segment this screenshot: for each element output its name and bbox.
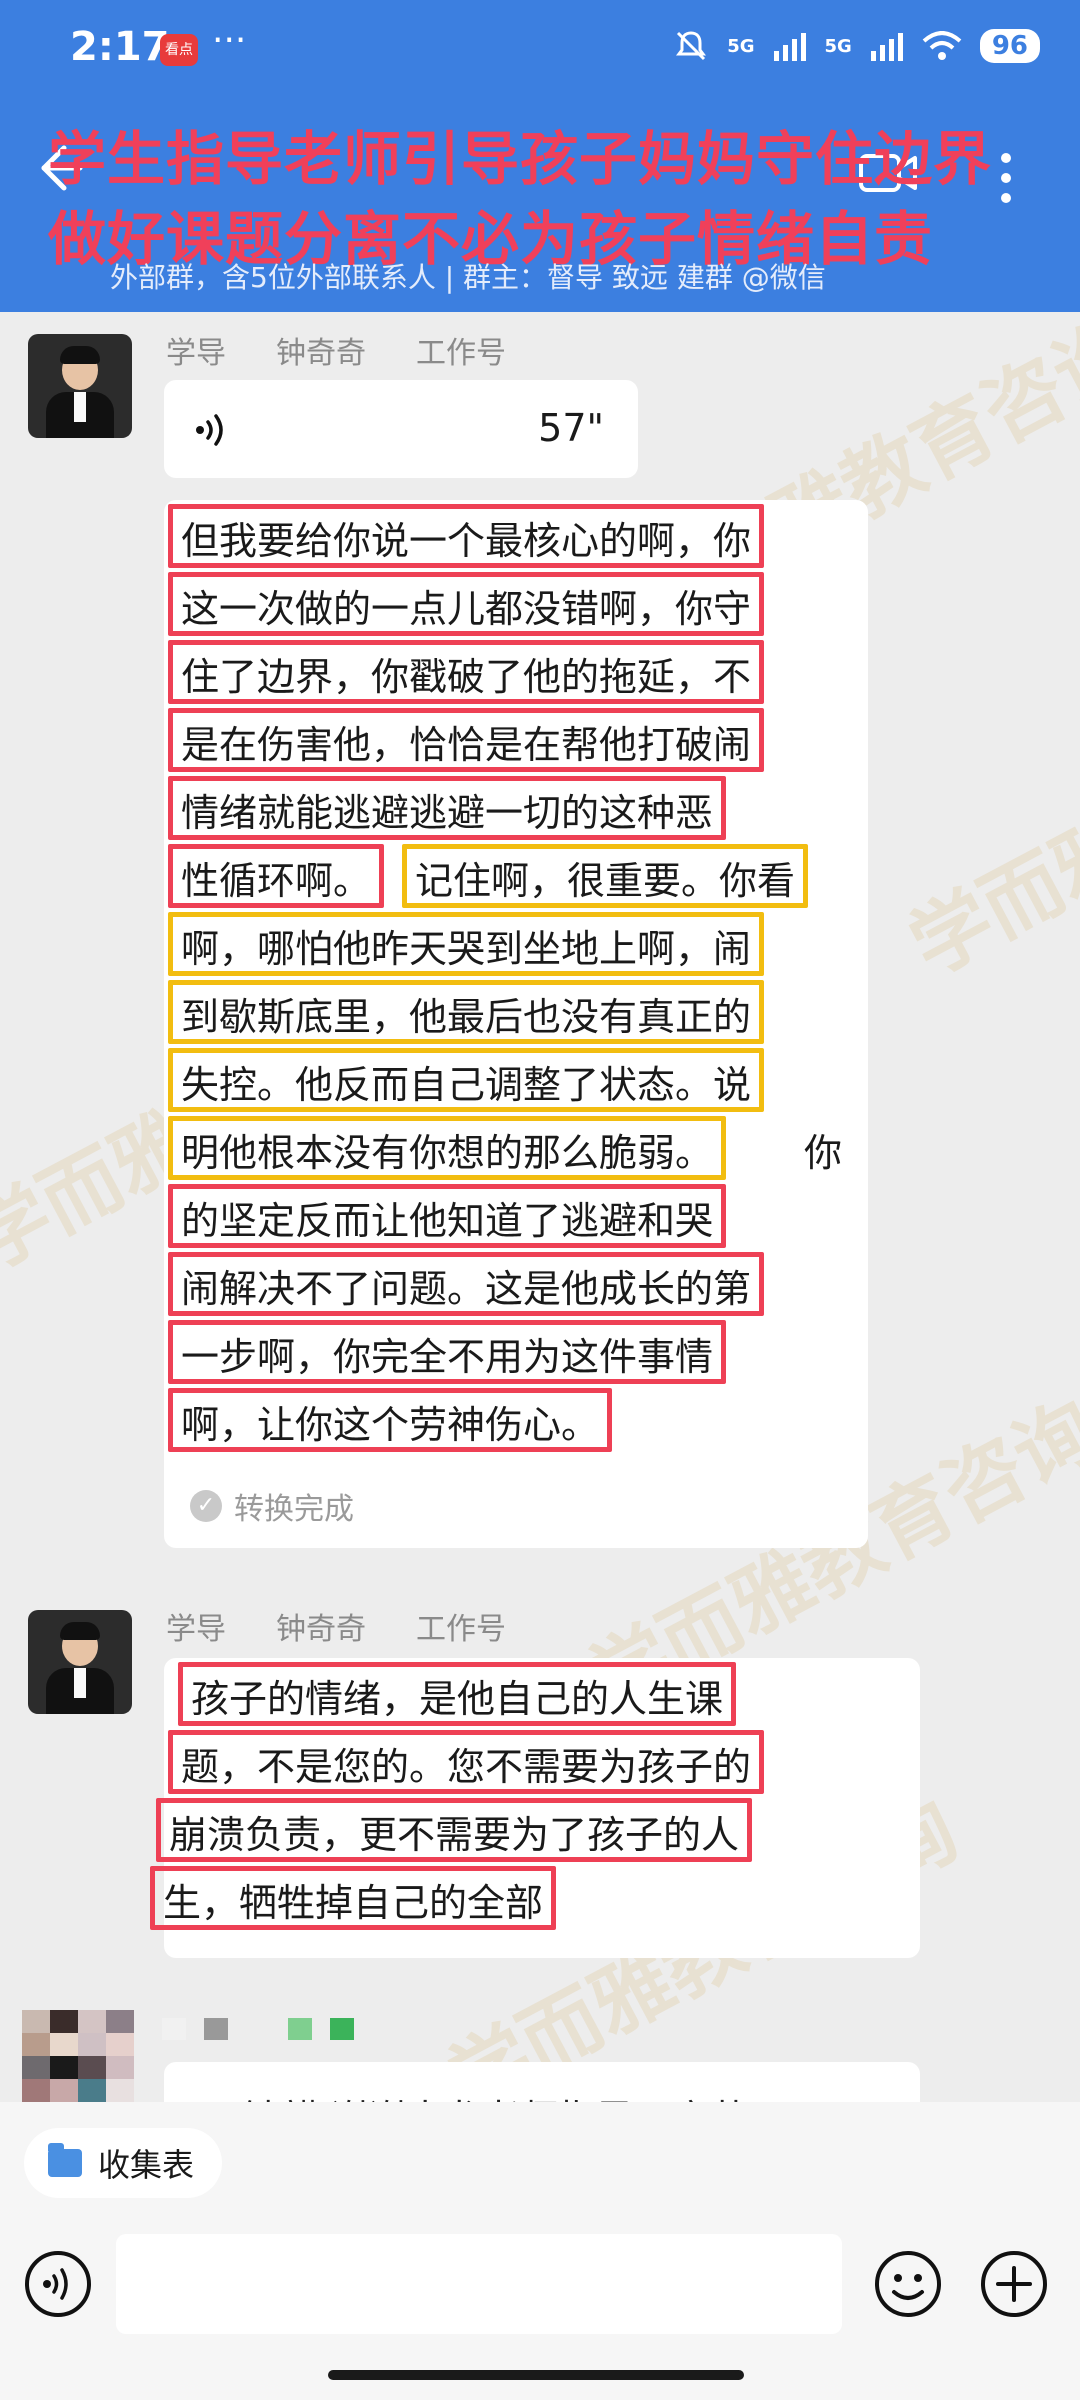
text-message-bubble[interactable]: @钟麒 谢谢大龙老师指导，齐英 [164, 2062, 920, 2102]
watermark-logo: 学而雅 [895, 798, 1080, 994]
transcript-line: 是在伤害他，恰恰是在帮他打破闹 [168, 708, 765, 772]
message-line: 题，不是您的。您不需要为孩子的 [168, 1730, 765, 1794]
message-line: 崩溃负责，更不需要为了孩子的人 [156, 1798, 753, 1862]
collection-form-label: 收集表 [98, 2146, 195, 2184]
transcript-line: 啊，哪怕他昨天哭到坐地上啊，闹 [168, 912, 765, 976]
sender-name-censored [162, 2018, 354, 2040]
transcript-line: 明他根本没有你想的那么脆弱。 [168, 1116, 727, 1180]
collection-form-chip[interactable]: 收集表 [24, 2128, 223, 2198]
sender-info: 学导 钟奇奇 工作号 [166, 328, 556, 372]
overlay-title-line-1: 学生指导老师引导孩子妈妈守住边界 [48, 125, 993, 193]
sender-role: 学导 [166, 336, 226, 371]
sender-name: 钟奇奇 [276, 336, 366, 371]
voice-message-bubble[interactable]: 57" [164, 380, 638, 478]
transcript-line: 住了边界，你戳破了他的拖延，不 [168, 640, 765, 704]
more-notifications-icon: ··· [212, 20, 247, 61]
voice-input-icon[interactable] [22, 2248, 94, 2320]
text-message-bubble[interactable]: 孩子的情绪，是他自己的人生课 题，不是您的。您不需要为孩子的 崩溃负责，更不需要… [150, 1658, 920, 1958]
status-time: 2:17 [70, 24, 170, 70]
wifi-icon [922, 31, 962, 60]
transcript-status: ✓ 转换完成 [190, 1484, 354, 1528]
transcript-line: 失控。他反而自己调整了状态。说 [168, 1048, 765, 1112]
transcript-line: 性循环啊。 [168, 844, 385, 908]
mute-bell-icon [676, 31, 707, 61]
sender-avatar[interactable] [28, 334, 132, 438]
emoji-icon[interactable] [872, 2248, 944, 2320]
status-indicators: 5G 5G 96 [673, 28, 1040, 64]
sender-avatar[interactable] [28, 1610, 132, 1714]
message-line: 生，牺牲掉自己的全部 [150, 1866, 557, 1930]
signal-5g-label-2: 5G [824, 35, 852, 57]
voice-wave-icon [196, 414, 223, 446]
group-info[interactable]: 外部群，含5位外部联系人 | 群主：督导 致远 建群 @微信 [110, 256, 826, 296]
transcript-line: 这一次做的一点儿都没错啊，你守 [168, 572, 765, 636]
transcript-line: 的坚定反而让他知道了逃避和哭 [168, 1184, 727, 1248]
chat-header: 2:17 看点 ··· 5G 5G 96 学生指导老师引导孩子妈妈守住边界 做好… [0, 0, 1080, 312]
sender-name: 钟奇奇 [276, 1612, 366, 1647]
transcript-line: 你 [804, 1131, 843, 1175]
signal-bars-icon-1 [773, 33, 806, 61]
home-indicator[interactable] [328, 2370, 744, 2380]
transcript-line: 但我要给你说一个最核心的啊，你 [168, 504, 765, 568]
more-options-icon[interactable] [996, 148, 1016, 208]
input-area: 收集表 [0, 2102, 1080, 2400]
battery-level: 96 [979, 29, 1040, 63]
transcript-bubble[interactable]: 但我要给你说一个最核心的啊，你 这一次做的一点儿都没错啊，你守 住了边界，你戳破… [164, 500, 868, 1548]
app-notification-icon: 看点 [160, 34, 198, 66]
sender-tag: 工作号 [416, 336, 506, 371]
plus-icon[interactable] [978, 2248, 1050, 2320]
transcript-line: 闹解决不了问题。这是他成长的第 [168, 1252, 765, 1316]
message-line: @钟麒 谢谢大龙老师指导，齐英 [204, 2088, 748, 2102]
sender-info: 学导 钟奇奇 工作号 [166, 1604, 556, 1648]
voice-duration: 57" [538, 406, 604, 450]
signal-5g-label-1: 5G [727, 35, 755, 57]
transcript-line: 情绪就能逃避逃避一切的这种恶 [168, 776, 727, 840]
transcript-status-label: 转换完成 [234, 1492, 354, 1527]
transcript-line: 一步啊，你完全不用为这件事情 [168, 1320, 727, 1384]
transcript-line: 到歇斯底里，他最后也没有真正的 [168, 980, 765, 1044]
sender-role: 学导 [166, 1612, 226, 1647]
folder-icon [48, 2143, 82, 2177]
member-avatar-blurred[interactable] [22, 2010, 134, 2102]
message-input[interactable] [116, 2234, 842, 2334]
transcript-line: 啊，让你这个劳神伤心。 [168, 1388, 613, 1452]
signal-bars-icon-2 [870, 33, 903, 61]
sender-tag: 工作号 [416, 1612, 506, 1647]
check-icon: ✓ [190, 1490, 222, 1522]
chat-area[interactable]: 学而雅教育咨询 学而雅教育咨询 学而雅教育咨询 学而雅 学而雅教育咨询 学导钟奇… [0, 312, 1080, 2102]
message-line: 孩子的情绪，是他自己的人生课 [178, 1662, 737, 1726]
status-bar: 2:17 看点 ··· 5G 5G 96 [0, 0, 1080, 100]
transcript-line: 记住啊，很重要。你看 [402, 844, 809, 908]
